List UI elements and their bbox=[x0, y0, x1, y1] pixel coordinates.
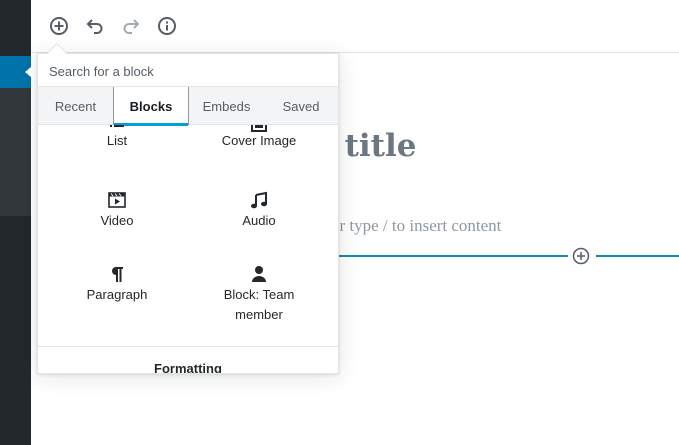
block-item-video[interactable]: Video bbox=[46, 190, 188, 230]
content-placeholder[interactable]: t or type / to insert content bbox=[322, 216, 501, 236]
undo-icon bbox=[86, 19, 103, 34]
block-item-label: Audio bbox=[242, 213, 276, 228]
block-search-input[interactable] bbox=[38, 54, 338, 86]
redo-icon bbox=[123, 19, 140, 34]
block-item-cover-image[interactable]: Cover Image bbox=[188, 125, 330, 155]
video-icon bbox=[107, 190, 127, 210]
block-item-audio[interactable]: Audio bbox=[188, 190, 330, 230]
block-item-list[interactable]: List bbox=[46, 125, 188, 155]
inserter-tabs: Recent Blocks Embeds Saved bbox=[38, 86, 338, 126]
tab-blocks[interactable]: Blocks bbox=[113, 87, 189, 126]
block-item-paragraph[interactable]: Paragraph bbox=[46, 264, 188, 304]
block-list: List Cover Image Video Audio Paragraph B… bbox=[38, 125, 338, 373]
editor-toolbar bbox=[31, 0, 679, 53]
tab-embeds[interactable]: Embeds bbox=[189, 87, 264, 125]
undo-button[interactable] bbox=[82, 13, 108, 39]
inserter-line bbox=[338, 255, 568, 257]
block-item-team-member[interactable]: Block: Team member bbox=[188, 264, 330, 326]
paragraph-icon bbox=[107, 264, 127, 284]
category-heading-formatting[interactable]: Formatting bbox=[38, 361, 338, 373]
plus-circle-icon bbox=[572, 247, 590, 265]
admin-sidebar bbox=[0, 0, 32, 445]
plus-circle-icon bbox=[50, 17, 68, 35]
audio-icon bbox=[249, 190, 269, 210]
tab-recent[interactable]: Recent bbox=[38, 87, 113, 125]
inline-inserter-button[interactable] bbox=[572, 247, 590, 265]
sidebar-active-menu-item[interactable] bbox=[0, 56, 32, 88]
info-icon bbox=[158, 17, 176, 35]
tab-saved[interactable]: Saved bbox=[264, 87, 338, 125]
info-button[interactable] bbox=[154, 13, 180, 39]
block-item-label: Block: Team member bbox=[223, 287, 295, 322]
block-inserter-popover: Recent Blocks Embeds Saved List Cov bbox=[37, 43, 339, 374]
section-divider bbox=[38, 346, 338, 347]
block-item-label: Cover Image bbox=[221, 133, 297, 148]
block-item-label: Video bbox=[100, 213, 134, 228]
inserter-line bbox=[596, 255, 679, 257]
add-block-button[interactable] bbox=[46, 13, 72, 39]
sidebar-submenu bbox=[0, 88, 31, 216]
block-item-label: Paragraph bbox=[86, 287, 148, 302]
block-item-label: List bbox=[106, 133, 128, 148]
redo-button[interactable] bbox=[118, 13, 144, 39]
person-icon bbox=[249, 264, 269, 284]
